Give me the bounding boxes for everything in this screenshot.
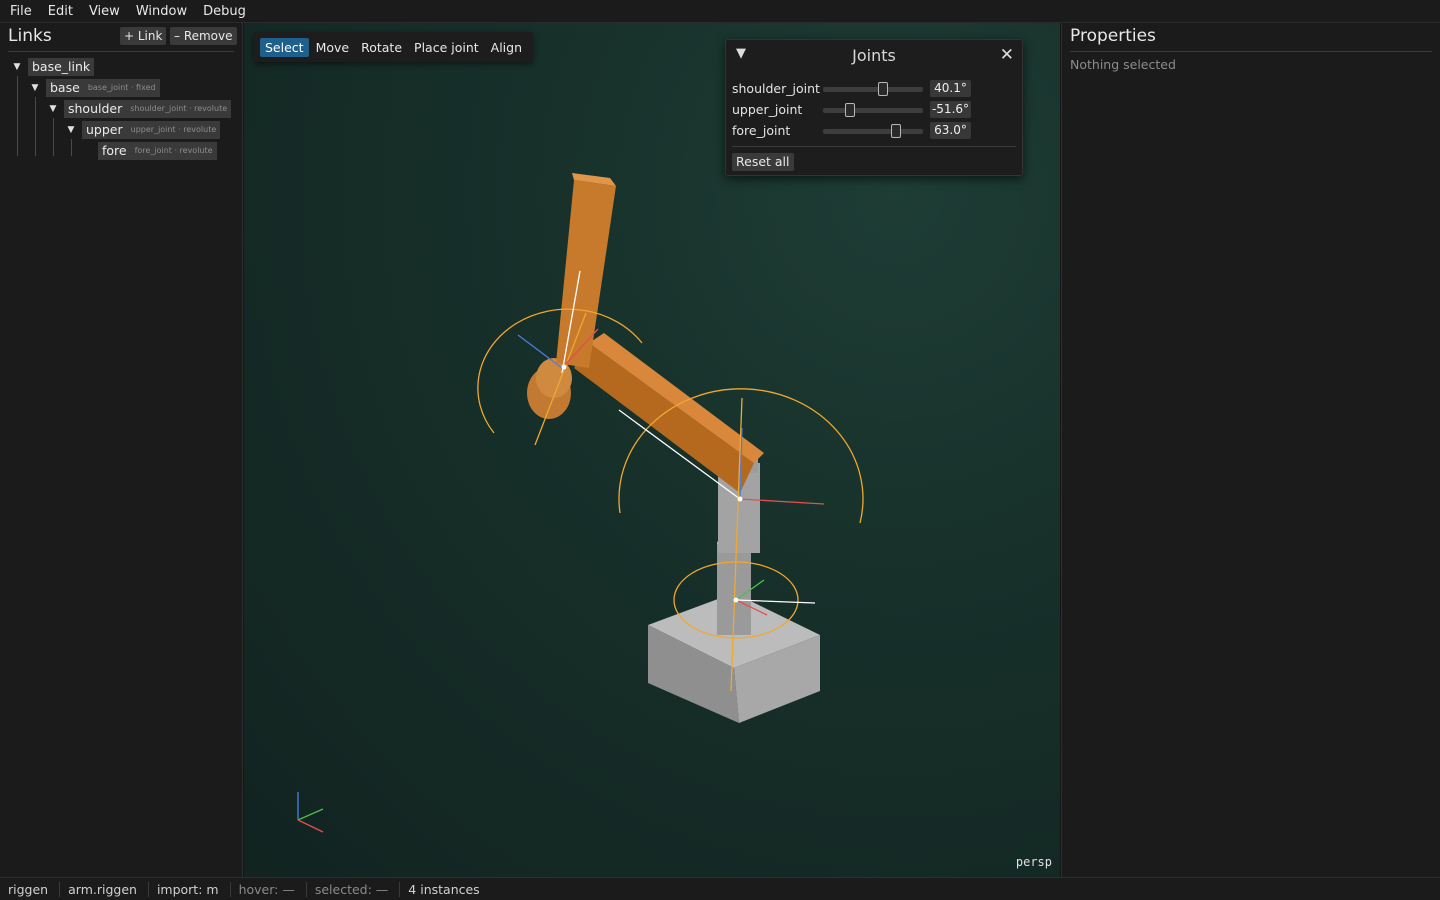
upper-joint-origin: [737, 496, 743, 502]
tool-move[interactable]: Move: [311, 38, 355, 57]
tree-item-base-link[interactable]: ▼ base_link: [12, 58, 95, 76]
tool-place-joint[interactable]: Place joint: [409, 38, 484, 57]
links-panel-title: Links: [8, 26, 52, 46]
properties-divider: [1070, 51, 1432, 52]
tool-rotate[interactable]: Rotate: [356, 38, 407, 57]
tree-item-shoulder[interactable]: ▼ shoulder shoulder_joint · revolute: [48, 100, 232, 118]
status-selected: selected: —: [307, 881, 401, 897]
joints-window-title: Joints: [852, 46, 896, 65]
joint-label: shoulder_joint: [732, 81, 820, 96]
remove-link-button[interactable]: – Remove: [170, 27, 237, 45]
status-bar: riggen arm.riggen import: m hover: — sel…: [0, 877, 1440, 900]
fore-joint-origin: [561, 364, 567, 370]
menu-edit[interactable]: Edit: [40, 0, 81, 23]
menu-view[interactable]: View: [81, 0, 128, 23]
joint-slider[interactable]: [823, 82, 923, 96]
joint-label: fore_joint: [732, 123, 791, 138]
joint-value-field[interactable]: 63.0°: [930, 122, 971, 139]
view-axis-x: [297, 819, 324, 833]
tree-guide-line: [71, 139, 72, 156]
tree-item-joint: fore_joint · revolute: [134, 146, 213, 155]
fore-joint-axis: [517, 334, 563, 369]
3d-viewport[interactable]: Select Move Rotate Place joint Align ▼ J…: [244, 23, 1060, 877]
joint-value-field[interactable]: 40.1°: [930, 80, 971, 97]
close-icon[interactable]: ✕: [1000, 45, 1014, 65]
links-panel-divider: [8, 51, 234, 52]
add-link-button[interactable]: + Link: [120, 27, 167, 45]
expand-arrow-icon[interactable]: ▼: [48, 104, 58, 114]
tree-item-joint: upper_joint · revolute: [130, 125, 217, 134]
tree-item-label: base: [50, 80, 80, 95]
slider-thumb[interactable]: [891, 124, 901, 138]
transform-toolbar: Select Move Rotate Place joint Align: [254, 32, 534, 62]
upper-link-beam[interactable]: [574, 343, 754, 493]
joint-slider[interactable]: [823, 103, 923, 117]
expand-arrow-icon[interactable]: ▼: [66, 125, 76, 135]
links-panel: Links + Link – Remove ▼ base_link ▼ base…: [0, 23, 243, 877]
expand-arrow-icon[interactable]: ▼: [30, 83, 40, 93]
joints-window: ▼ Joints ✕ shoulder_joint 40.1° upper_jo…: [725, 39, 1023, 176]
tree-guide-line: [17, 76, 18, 156]
tree-item-label: base_link: [32, 59, 91, 74]
status-file: arm.riggen: [60, 881, 149, 897]
tree-item-fore[interactable]: fore fore_joint · revolute: [92, 142, 217, 160]
tree-guide-line: [53, 118, 54, 156]
view-axis-y: [297, 808, 324, 821]
reset-all-button[interactable]: Reset all: [732, 153, 794, 171]
tree-item-base[interactable]: ▼ base base_joint · fixed: [30, 79, 160, 97]
slider-thumb[interactable]: [845, 103, 855, 117]
joint-label: upper_joint: [732, 102, 803, 117]
menu-debug[interactable]: Debug: [195, 0, 254, 23]
tool-select[interactable]: Select: [260, 37, 309, 57]
status-import-units: import: m: [149, 881, 231, 897]
tree-item-joint: base_joint · fixed: [87, 83, 156, 92]
properties-title: Properties: [1070, 26, 1156, 46]
menu-window[interactable]: Window: [128, 0, 195, 23]
tree-item-label: upper: [86, 122, 123, 137]
joints-window-divider: [732, 146, 1016, 147]
status-app: riggen: [0, 881, 61, 897]
expand-arrow-icon[interactable]: ▼: [12, 62, 22, 72]
properties-empty-text: Nothing selected: [1070, 57, 1176, 72]
joint-value-field[interactable]: -51.6°: [930, 101, 971, 118]
tree-item-label: fore: [102, 143, 127, 158]
status-instances: 4 instances: [408, 881, 480, 897]
joint-row-fore: fore_joint 63.0°: [732, 122, 1018, 140]
tree-item-label: shoulder: [68, 101, 123, 116]
tree-item-joint: shoulder_joint · revolute: [130, 104, 228, 113]
status-hover: hover: —: [231, 881, 307, 897]
joint-slider[interactable]: [823, 124, 923, 138]
tree-item-upper[interactable]: ▼ upper upper_joint · revolute: [66, 121, 221, 139]
projection-label[interactable]: persp: [1016, 855, 1052, 869]
shoulder-joint-origin: [733, 597, 739, 603]
slider-thumb[interactable]: [878, 82, 888, 96]
properties-panel: Properties Nothing selected: [1061, 23, 1440, 877]
menubar: File Edit View Window Debug: [0, 0, 1440, 23]
menu-file[interactable]: File: [2, 0, 40, 23]
tool-align[interactable]: Align: [486, 38, 527, 57]
joint-row-upper: upper_joint -51.6°: [732, 101, 1018, 119]
tree-guide-line: [35, 97, 36, 156]
joint-row-shoulder: shoulder_joint 40.1°: [732, 80, 1018, 98]
joints-window-header[interactable]: ▼ Joints ✕: [726, 40, 1022, 72]
